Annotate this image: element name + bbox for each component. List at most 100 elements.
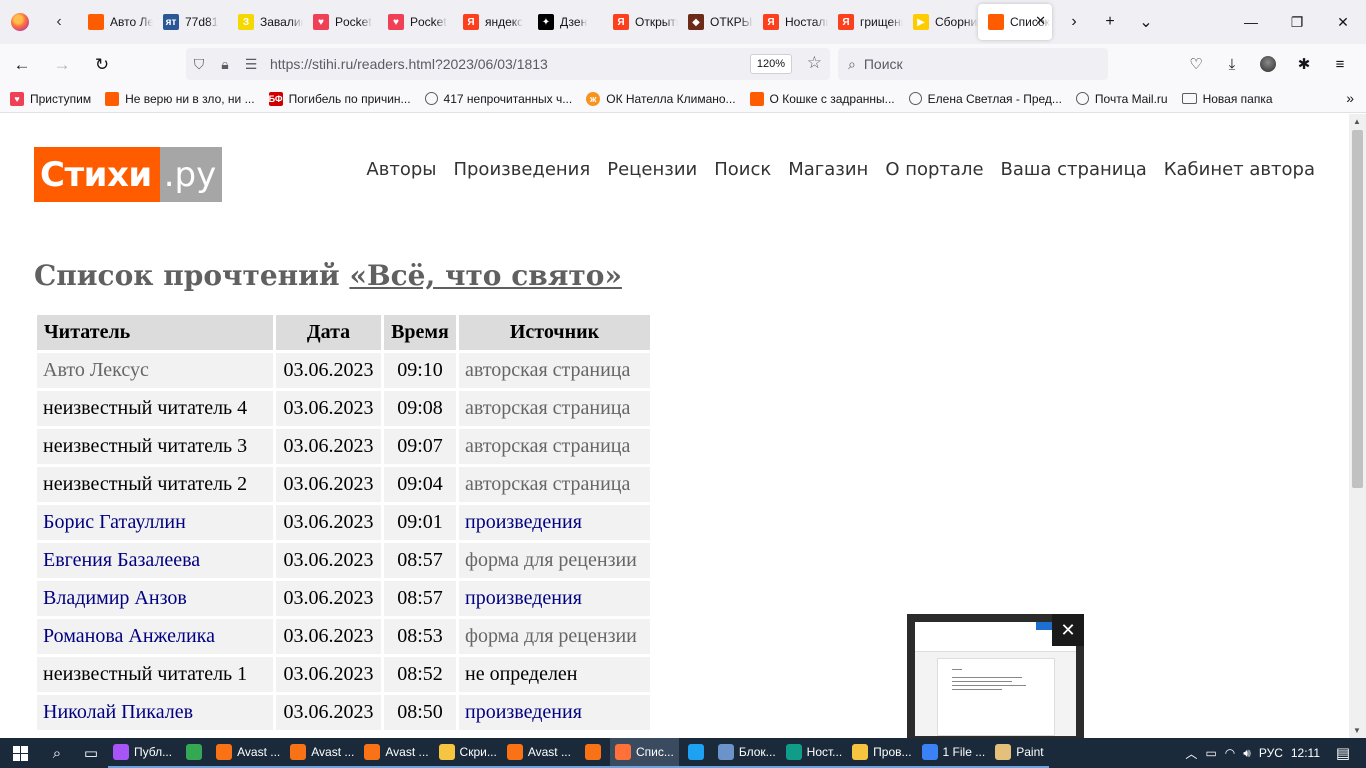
- bookmark-item[interactable]: ♥ Приступим: [10, 91, 91, 106]
- restore-window-button[interactable]: ❐: [1274, 0, 1320, 44]
- downloads-icon[interactable]: ⤓: [1214, 48, 1250, 80]
- app-menu-icon[interactable]: ≡: [1322, 48, 1358, 80]
- list-all-tabs-icon[interactable]: ⌄: [1128, 0, 1164, 44]
- page-scrollbar[interactable]: ▲ ▼: [1349, 114, 1366, 738]
- reader-cell[interactable]: Борис Гатауллин: [37, 505, 273, 540]
- tracking-protection-shield-icon[interactable]: ⛉: [186, 56, 212, 73]
- pocket-icon[interactable]: ♡: [1178, 48, 1214, 80]
- bookmark-item[interactable]: Новая папка: [1181, 92, 1273, 106]
- bookmarks-overflow-icon[interactable]: »: [1346, 90, 1354, 106]
- site-menu-item[interactable]: Авторы: [366, 159, 436, 180]
- source-cell: форма для рецензии: [459, 619, 650, 654]
- taskbar-app-button[interactable]: Публ...: [108, 738, 178, 768]
- site-logo[interactable]: Стихи .ру: [34, 147, 223, 202]
- browser-tab[interactable]: ◆ ОТКРЫТКИ: [678, 4, 753, 40]
- taskbar-app-button[interactable]: Скри...: [433, 738, 502, 768]
- taskbar-app-button[interactable]: Avast ...: [285, 738, 360, 768]
- taskbar-app-button[interactable]: Avast ...: [211, 738, 286, 768]
- site-menu-item[interactable]: Рецензии: [607, 159, 697, 180]
- reader-cell[interactable]: Владимир Анзов: [37, 581, 273, 616]
- site-menu-item[interactable]: Ваша страница: [1001, 159, 1147, 180]
- firefox-menu-icon[interactable]: [0, 0, 40, 44]
- source-cell[interactable]: произведения: [459, 695, 650, 730]
- taskbar-app-button[interactable]: [575, 738, 610, 768]
- search-input[interactable]: ⌕ Поиск: [838, 48, 1108, 80]
- battery-icon[interactable]: ▭: [1205, 746, 1216, 760]
- show-hidden-icons-icon[interactable]: ︿: [1185, 745, 1197, 762]
- taskbar-app-button[interactable]: Avast ...: [501, 738, 576, 768]
- taskbar-app-button[interactable]: [177, 738, 212, 768]
- browser-tab[interactable]: ♥ Pocket: [303, 4, 378, 40]
- close-window-button[interactable]: ✕: [1320, 0, 1366, 44]
- reader-cell[interactable]: Евгения Базалеева: [37, 543, 273, 578]
- browser-tab[interactable]: Яяндекс: [453, 4, 528, 40]
- account-avatar[interactable]: [1250, 48, 1286, 80]
- taskbar-app-button[interactable]: [678, 738, 713, 768]
- browser-tab[interactable]: Авто Лексус: [78, 4, 153, 40]
- browser-tab[interactable]: ✦ Дзен: [528, 4, 603, 40]
- taskbar-app-button[interactable]: 1 File ...: [916, 738, 991, 768]
- taskbar-app-button[interactable]: Ност...: [780, 738, 848, 768]
- work-title-link[interactable]: «Всё, что свято»: [349, 259, 622, 292]
- scroll-up-icon[interactable]: ▲: [1353, 117, 1361, 126]
- site-menu-item[interactable]: Поиск: [714, 159, 771, 180]
- forward-button[interactable]: →: [44, 49, 80, 81]
- bookmark-item[interactable]: БФ Погибель по причин...: [269, 91, 411, 106]
- input-language[interactable]: РУС: [1259, 746, 1283, 760]
- browser-tab[interactable]: Я Открытки: [603, 4, 678, 40]
- browser-tab[interactable]: Я Ностальгия: [753, 4, 828, 40]
- reload-button[interactable]: ↻: [84, 49, 120, 81]
- taskbar-app-button[interactable]: Avast ...: [359, 738, 434, 768]
- bookmark-item[interactable]: Не верю ни в зло, ни ...: [105, 91, 255, 106]
- browser-tab[interactable]: ♥ Pocket: [378, 4, 453, 40]
- scroll-down-icon[interactable]: ▼: [1353, 726, 1361, 735]
- site-menu-item[interactable]: О портале: [885, 159, 983, 180]
- bookmark-item[interactable]: О Кошке с задранны...: [749, 91, 895, 106]
- bookmark-item[interactable]: 417 непрочитанных ч...: [424, 92, 572, 106]
- minimize-window-button[interactable]: —: [1228, 0, 1274, 44]
- reader-cell[interactable]: Николай Пикалев: [37, 695, 273, 730]
- source-cell[interactable]: произведения: [459, 505, 650, 540]
- lock-icon[interactable]: 🔒︎: [212, 56, 238, 73]
- permissions-icon[interactable]: ☰: [238, 56, 264, 73]
- date-cell: 03.06.2023: [276, 619, 381, 654]
- tab-favicon-icon: Я: [763, 14, 779, 30]
- taskbar-window-preview[interactable]: ✕: [907, 614, 1084, 738]
- bookmark-star-icon[interactable]: ☆: [807, 53, 822, 73]
- close-preview-icon[interactable]: ✕: [1052, 614, 1084, 646]
- task-view-icon[interactable]: ▭: [74, 738, 108, 768]
- clock[interactable]: 12:11: [1291, 746, 1320, 760]
- zoom-level-button[interactable]: 120%: [749, 54, 792, 74]
- volume-icon[interactable]: 🔊︎: [1243, 746, 1251, 761]
- taskbar-app-button[interactable]: Блок...: [712, 738, 781, 768]
- browser-tab[interactable]: ▶ Сборник: [903, 4, 978, 40]
- browser-tab[interactable]: Ягрищенко: [828, 4, 903, 40]
- notifications-icon[interactable]: ▤: [1328, 744, 1358, 762]
- bookmark-item[interactable]: Почта Mail.ru: [1075, 92, 1168, 106]
- taskbar-app-button[interactable]: Пров...: [847, 738, 917, 768]
- browser-tab[interactable]: ят 77d81: [153, 4, 228, 40]
- address-bar[interactable]: ⛉ 🔒︎ ☰ https://stihi.ru/readers.html?202…: [186, 48, 830, 80]
- start-button[interactable]: [0, 738, 40, 768]
- bookmark-item[interactable]: Елена Светлая - Пред...: [908, 92, 1062, 106]
- taskbar-search-icon[interactable]: ⌕: [40, 738, 74, 768]
- source-cell[interactable]: произведения: [459, 581, 650, 616]
- tabs-scroll-right-icon[interactable]: ›: [1056, 0, 1092, 44]
- bookmark-item[interactable]: ж ОК Нателла Климано...: [586, 91, 736, 106]
- site-menu-item[interactable]: Магазин: [788, 159, 868, 180]
- new-tab-button[interactable]: +: [1092, 0, 1128, 44]
- site-menu-item[interactable]: Кабинет автора: [1164, 159, 1315, 180]
- scrollbar-thumb[interactable]: [1352, 130, 1363, 488]
- taskbar-app-button[interactable]: Paint: [990, 738, 1049, 768]
- url-text[interactable]: https://stihi.ru/readers.html?2023/06/03…: [270, 56, 548, 72]
- taskbar-app-button[interactable]: Спис...: [609, 738, 679, 768]
- site-menu-item[interactable]: Произведения: [453, 159, 590, 180]
- browser-tab[interactable]: Список ✕: [978, 4, 1052, 40]
- tabs-scroll-left-icon[interactable]: ‹: [40, 0, 78, 44]
- back-button[interactable]: ←: [4, 49, 40, 81]
- extensions-icon[interactable]: ✱: [1286, 48, 1322, 80]
- network-icon[interactable]: ◠: [1225, 746, 1235, 760]
- close-tab-icon[interactable]: ✕: [1035, 13, 1046, 29]
- browser-tab[interactable]: З Завалинка: [228, 4, 303, 40]
- reader-cell[interactable]: Романова Анжелика: [37, 619, 273, 654]
